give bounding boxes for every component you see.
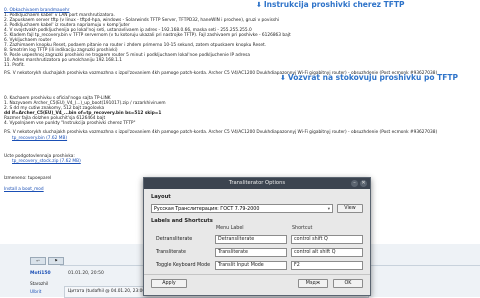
heading-tftp-instructions: ⬇ Instrukcija proshivki cherez TFTP — [256, 0, 405, 9]
layout-select-value: Русская Транслитерация: ГОСТ 7.79-2000 — [154, 207, 260, 212]
step-line: 4. Vypolnjaem vse punkty "Instrukcija pr… — [4, 121, 136, 126]
detransliterate-label: Detransliterate — [156, 237, 193, 242]
transliterate-shortcut-field[interactable]: control alt shift Q — [291, 248, 363, 257]
layout-section-label: Layout — [151, 194, 171, 200]
layout-select[interactable]: Русская Транслитерация: ГОСТ 7.79-2000 ▾ — [151, 204, 333, 213]
attachment-link[interactable]: tp_recovery.bin (7.62 MB) — [12, 136, 67, 141]
toggle-keyboard-mode-shortcut-field[interactable]: F2 — [291, 261, 363, 270]
apply-button[interactable]: Apply — [151, 279, 187, 288]
ok-button[interactable]: OK — [333, 279, 363, 288]
transliterator-options-dialog: Transliterator Options – ✕ Layout Русска… — [143, 177, 371, 296]
note-line: P.S. V nekotorykh sluchajakh proshivka v… — [4, 130, 438, 135]
shortcut-column-header: Shortcut — [292, 226, 313, 231]
attachment-link[interactable]: tp_recovery_stock.zip (7.62 MB) — [12, 159, 81, 164]
dialog-divider — [144, 274, 370, 275]
labels-section-label: Labels and Shortcuts — [151, 218, 213, 224]
detransliterate-menu-field[interactable]: Detransliterate — [215, 235, 287, 244]
down-arrow-icon: ⬇ — [280, 74, 286, 82]
post-status: Starozhil — [30, 281, 49, 286]
menu-label-column-header: Menu Label — [216, 226, 244, 231]
minimize-icon[interactable]: – — [351, 180, 358, 187]
post-author-2[interactable]: Ulbrit — [30, 289, 41, 294]
install-link[interactable]: Install a boot_mod — [4, 187, 44, 192]
heading-stock-firmware: ⬇ Vozvrat na stokovuju proshivku po TFTP — [280, 73, 458, 82]
close-icon[interactable]: ✕ — [360, 180, 367, 187]
chevron-down-icon: ▾ — [327, 207, 330, 212]
toggle-keyboard-mode-label: Toggle Keyboard Mode — [156, 263, 211, 268]
dialog-title: Transliterator Options — [228, 180, 286, 186]
detransliterate-shortcut-field[interactable]: control shift Q — [291, 235, 363, 244]
flag-button[interactable]: ⚑ — [48, 257, 64, 265]
toggle-keyboard-mode-menu-field[interactable]: Translit Input Mode — [215, 261, 287, 270]
step-line: 11. Profit. — [4, 63, 25, 68]
post-author[interactable]: Moti150 — [30, 271, 51, 276]
post-date: 01.01.20, 20:50 — [68, 271, 104, 276]
transliterate-label: Transliterate — [156, 250, 186, 255]
dialog-titlebar[interactable]: Transliterator Options – ✕ — [144, 178, 370, 189]
down-arrow-icon: ⬇ — [256, 1, 262, 9]
edited-note: Izmeneno: tupoeparel — [4, 176, 52, 181]
transliterate-menu-field[interactable]: Transliterate — [215, 248, 287, 257]
view-button[interactable]: View — [337, 204, 363, 213]
quote-button[interactable]: ↩ — [30, 257, 46, 265]
reset-button[interactable]: Мэдж — [298, 279, 328, 288]
